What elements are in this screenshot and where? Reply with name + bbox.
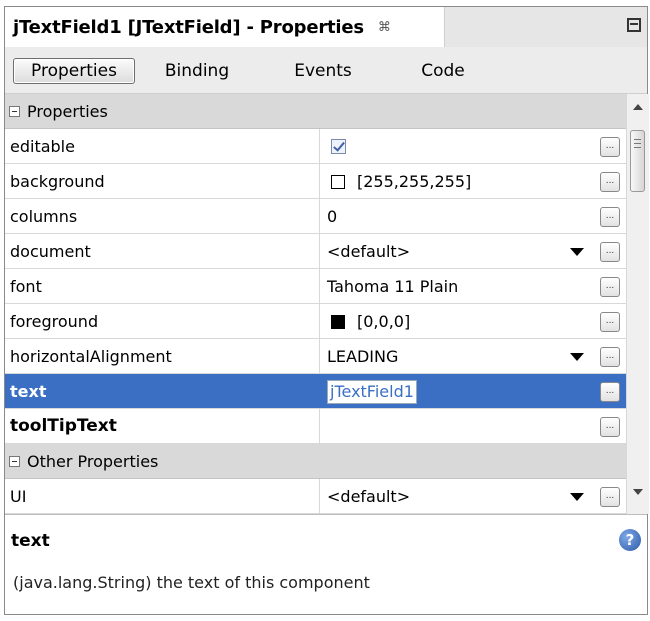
property-value[interactable]: [327, 129, 346, 164]
tab-binding[interactable]: Binding: [147, 58, 247, 84]
title-bar: jTextField1 [JTextField] - Properties ⌘: [5, 7, 647, 48]
description-title: text: [11, 531, 50, 551]
window-title: jTextField1 [JTextField] - Properties: [13, 16, 364, 38]
column-divider: [319, 409, 320, 443]
tab-code[interactable]: Code: [403, 58, 483, 84]
property-row-tooltip-text[interactable]: toolTipText ...: [5, 409, 626, 444]
editable-checkbox[interactable]: [331, 139, 346, 154]
ellipsis-button[interactable]: ...: [600, 137, 620, 157]
property-row-columns[interactable]: columns 0 ...: [5, 199, 626, 234]
text-value-field[interactable]: jTextField1: [327, 379, 417, 404]
property-value-text: [255,255,255]: [357, 172, 472, 191]
scroll-up-arrow-icon[interactable]: [633, 104, 643, 110]
property-row-text[interactable]: text jTextField1 ...: [5, 374, 626, 409]
ellipsis-button[interactable]: ...: [600, 207, 620, 227]
ellipsis-button[interactable]: ...: [600, 242, 620, 262]
column-divider: [319, 374, 320, 408]
grip-line: [634, 139, 641, 140]
property-row-foreground[interactable]: foreground [0,0,0] ...: [5, 304, 626, 339]
property-value[interactable]: jTextField1: [327, 374, 417, 409]
properties-window: jTextField1 [JTextField] - Properties ⌘ …: [4, 6, 649, 615]
section-label: Other Properties: [27, 452, 159, 471]
ellipsis-button[interactable]: ...: [600, 382, 620, 402]
property-value[interactable]: Tahoma 11 Plain: [327, 269, 458, 304]
ellipsis-button[interactable]: ...: [600, 417, 620, 437]
column-divider: [319, 234, 320, 268]
dropdown-arrow-icon[interactable]: [570, 248, 584, 256]
property-name: text: [10, 382, 47, 401]
property-name: document: [10, 242, 91, 261]
property-name: font: [10, 277, 42, 296]
property-value[interactable]: <default>: [327, 234, 410, 269]
grip-line: [634, 143, 641, 144]
window-tab[interactable]: jTextField1 [JTextField] - Properties ⌘: [5, 7, 445, 47]
property-name: foreground: [10, 312, 99, 331]
dropdown-arrow-icon[interactable]: [570, 353, 584, 361]
column-divider: [319, 304, 320, 338]
color-swatch: [331, 174, 345, 189]
column-divider: [319, 339, 320, 373]
tab-properties[interactable]: Properties: [13, 58, 135, 84]
property-name: editable: [10, 137, 75, 156]
minimize-icon[interactable]: [627, 18, 641, 32]
color-swatch: [331, 314, 345, 329]
property-name: UI: [10, 487, 27, 506]
section-properties[interactable]: Properties: [5, 94, 626, 129]
ellipsis-button[interactable]: ...: [600, 347, 620, 367]
scroll-down-arrow-icon[interactable]: [633, 489, 643, 495]
collapse-icon[interactable]: [9, 456, 20, 467]
column-divider: [319, 164, 320, 198]
property-value[interactable]: 0: [327, 199, 337, 234]
column-divider: [319, 199, 320, 233]
grip-line: [634, 147, 641, 148]
dropdown-arrow-icon[interactable]: [570, 493, 584, 501]
column-divider: [319, 479, 320, 513]
property-name: columns: [10, 207, 78, 226]
description-panel: text ? (java.lang.String) the text of th…: [5, 514, 647, 614]
column-divider: [319, 269, 320, 303]
column-divider: [319, 129, 320, 163]
property-name: horizontalAlignment: [10, 347, 172, 366]
property-sheet: Properties editable ... background [255,…: [5, 94, 626, 514]
property-name: background: [10, 172, 105, 191]
section-label: Properties: [27, 102, 108, 121]
property-value-text: [0,0,0]: [357, 312, 411, 331]
scrollbar-thumb[interactable]: [630, 130, 645, 192]
close-icon[interactable]: ⌘: [378, 20, 391, 35]
property-row-ui[interactable]: UI <default> ...: [5, 479, 626, 514]
ellipsis-button[interactable]: ...: [600, 172, 620, 192]
ellipsis-button[interactable]: ...: [600, 487, 620, 507]
collapse-icon[interactable]: [9, 106, 20, 117]
property-value[interactable]: [0,0,0]: [327, 304, 410, 339]
section-other-properties[interactable]: Other Properties: [5, 444, 626, 479]
property-row-horizontal-alignment[interactable]: horizontalAlignment LEADING ...: [5, 339, 626, 374]
description-text: (java.lang.String) the text of this comp…: [13, 573, 370, 592]
property-value[interactable]: [255,255,255]: [327, 164, 471, 199]
ellipsis-button[interactable]: ...: [600, 312, 620, 332]
property-row-editable[interactable]: editable ...: [5, 129, 626, 164]
vertical-scrollbar[interactable]: [626, 94, 649, 514]
property-value[interactable]: <default>: [327, 479, 410, 514]
property-name: toolTipText: [10, 416, 117, 436]
tab-events[interactable]: Events: [273, 58, 373, 84]
tab-bar: Properties Binding Events Code: [5, 47, 647, 94]
property-row-background[interactable]: background [255,255,255] ...: [5, 164, 626, 199]
property-value[interactable]: LEADING: [327, 339, 398, 374]
ellipsis-button[interactable]: ...: [600, 277, 620, 297]
help-icon[interactable]: ?: [619, 529, 641, 551]
property-row-font[interactable]: font Tahoma 11 Plain ...: [5, 269, 626, 304]
property-row-document[interactable]: document <default> ...: [5, 234, 626, 269]
